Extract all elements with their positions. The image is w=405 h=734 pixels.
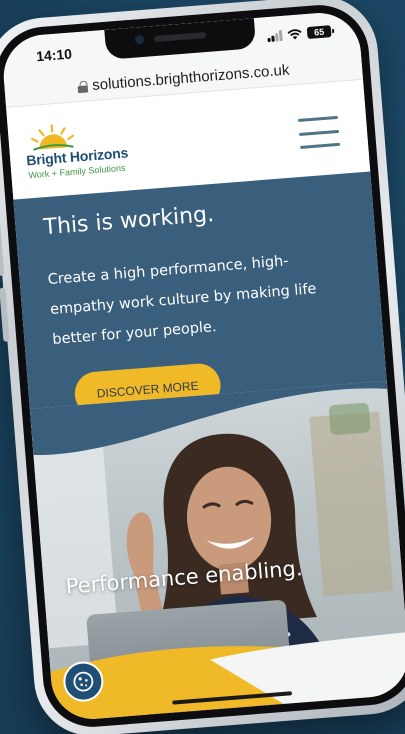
earpiece-speaker	[153, 31, 207, 43]
hero-photo: Performance enabling.	[29, 380, 405, 722]
hero-title: This is working.	[42, 201, 215, 241]
battery-icon: 65	[306, 25, 332, 40]
phone-screen: 14:10 65 solutions.brighthorizons.co.uk …	[0, 10, 405, 722]
front-camera	[134, 34, 145, 45]
menu-icon[interactable]	[297, 115, 341, 149]
battery-level: 65	[313, 26, 325, 38]
lock-icon	[77, 80, 88, 93]
bright-horizons-logo[interactable]: Bright Horizons Work + Family Solutions	[24, 117, 148, 186]
phone-mockup: 14:10 65 solutions.brighthorizons.co.uk …	[0, 0, 405, 734]
status-icons: 65	[267, 25, 332, 42]
cookie-icon	[73, 671, 94, 692]
wifi-icon	[287, 28, 303, 40]
signal-icon	[267, 29, 283, 42]
sun-logo-icon	[31, 124, 75, 151]
status-time: 14:10	[35, 45, 73, 65]
hero-body: Create a high performance, high-empathy …	[47, 253, 317, 348]
